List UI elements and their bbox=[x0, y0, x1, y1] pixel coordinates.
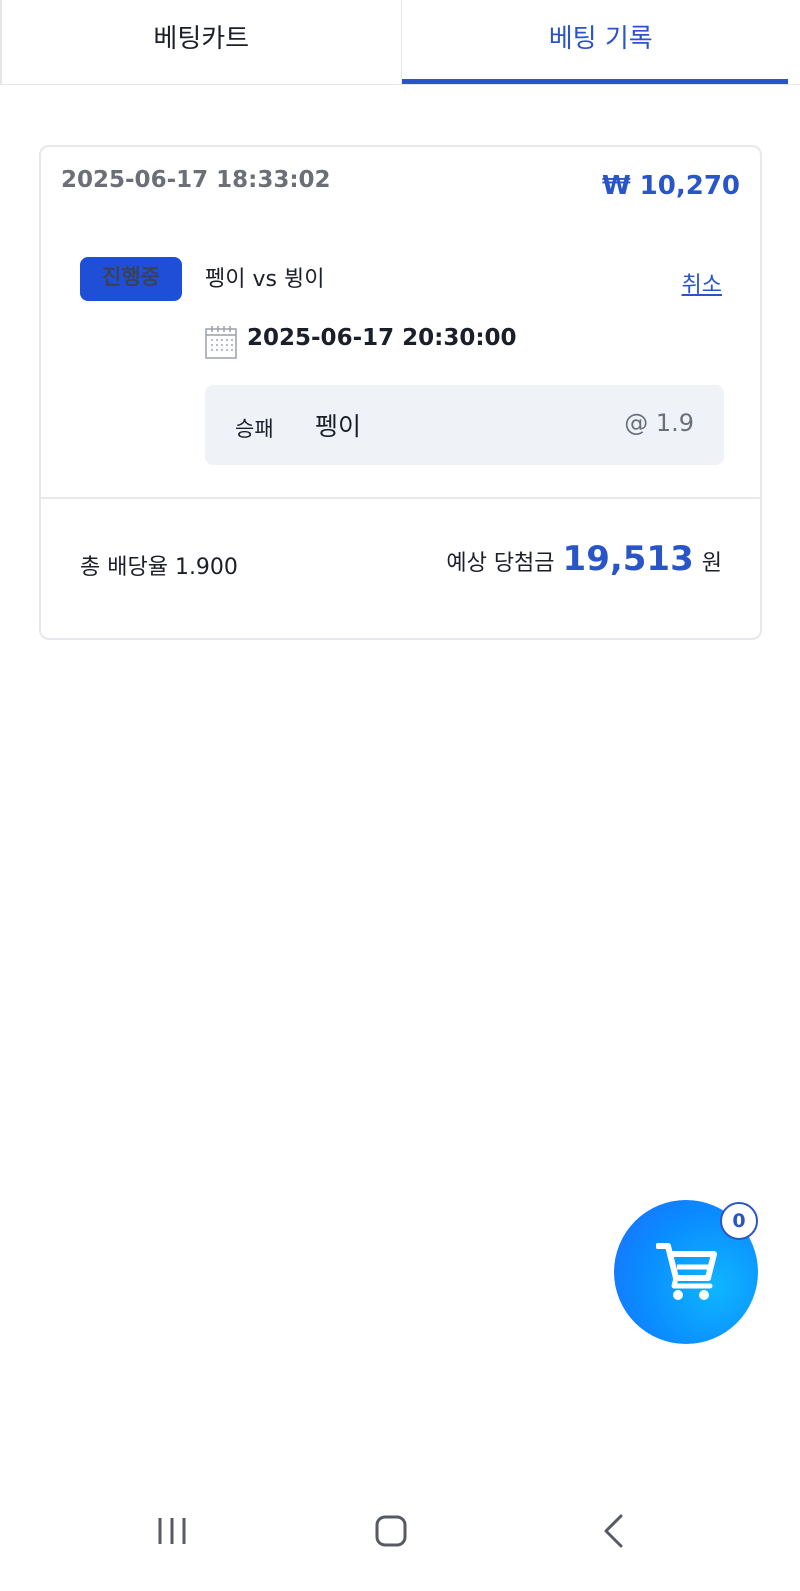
status-badge-label: 진행중 bbox=[102, 265, 160, 289]
bet-stake: ₩ 10,270 bbox=[601, 171, 740, 201]
recent-apps-icon[interactable] bbox=[148, 1506, 198, 1556]
bet-placed-time: 2025-06-17 18:33:02 bbox=[61, 167, 331, 193]
tab-betting-history-label: 베팅 기록 bbox=[548, 23, 653, 54]
total-odds: 총 배당율 1.900 bbox=[80, 555, 238, 580]
cart-icon bbox=[656, 1243, 717, 1300]
payout-unit: 원 bbox=[701, 551, 722, 576]
expected-payout: 예상 당첨금 19,513 원 bbox=[446, 539, 722, 579]
home-icon[interactable] bbox=[366, 1506, 416, 1556]
bet-history-card: 2025-06-17 18:33:02 ₩ 10,270 진행중 펭이 vs 뷩… bbox=[39, 145, 762, 640]
cancel-button[interactable]: 취소 bbox=[682, 267, 722, 299]
tab-betting-history[interactable]: 베팅 기록 bbox=[401, 0, 800, 84]
tab-bar: 베팅카트 베팅 기록 bbox=[0, 0, 800, 85]
payout-label: 예상 당첨금 bbox=[446, 551, 555, 576]
match-title: 펭이 vs 뷩이 bbox=[205, 267, 325, 292]
system-nav-bar bbox=[0, 1480, 800, 1591]
payout-value: 19,513 bbox=[562, 539, 694, 579]
tab-betting-cart[interactable]: 베팅카트 bbox=[0, 0, 402, 84]
bet-pick: 승패 펭이 @ 1.9 bbox=[205, 385, 724, 465]
match-time: 2025-06-17 20:30:00 bbox=[247, 325, 517, 351]
cart-count-badge: 0 bbox=[720, 1202, 758, 1240]
calendar-icon bbox=[205, 326, 237, 359]
card-divider bbox=[41, 497, 760, 499]
pick-market: 승패 bbox=[235, 417, 274, 441]
back-icon[interactable] bbox=[590, 1506, 640, 1556]
tab-betting-cart-label: 베팅카트 bbox=[153, 23, 250, 54]
pick-selection: 펭이 bbox=[315, 412, 362, 441]
pick-odds: @ 1.9 bbox=[624, 409, 694, 437]
status-badge: 진행중 bbox=[80, 257, 182, 301]
